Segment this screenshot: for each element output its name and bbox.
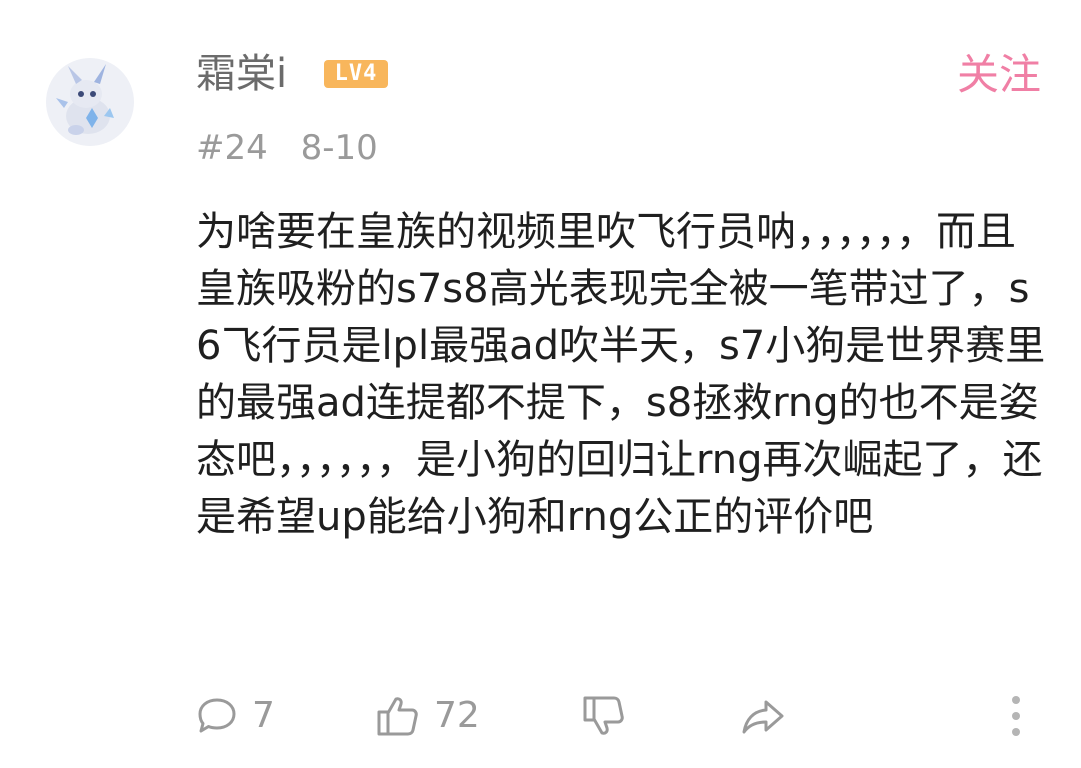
share-arrow-icon [740,696,786,736]
comment-card: 霜棠i LV4 关注 #24 8-10 为啥要在皇族的视频里吹飞行员呐，，，，，… [0,0,1081,768]
follow-button[interactable]: 关注 [957,48,1041,102]
level-badge: LV4 [324,60,388,88]
comment-date: 8-10 [300,128,378,168]
floor-number: #24 [196,128,268,168]
avatar[interactable] [46,58,134,146]
reply-count: 7 [252,695,275,736]
reply-button[interactable]: 7 [196,690,275,742]
dislike-button[interactable] [582,690,626,742]
share-button[interactable] [740,690,786,742]
comment-meta: #24 8-10 [196,126,378,170]
comment-actions: 7 72 [196,690,1046,742]
avatar-image [46,58,134,146]
like-button[interactable]: 72 [376,690,480,742]
comment-text: 为啥要在皇族的视频里吹飞行员呐，，，，，，而且皇族吸粉的s7s8高光表现完全被一… [196,209,1046,540]
thumbs-up-icon [376,695,420,737]
username[interactable]: 霜棠i [196,48,287,100]
reply-bubble-icon [196,696,238,736]
thumbs-down-icon [582,695,626,737]
like-count: 72 [434,695,480,736]
more-vertical-icon[interactable] [1004,694,1028,738]
